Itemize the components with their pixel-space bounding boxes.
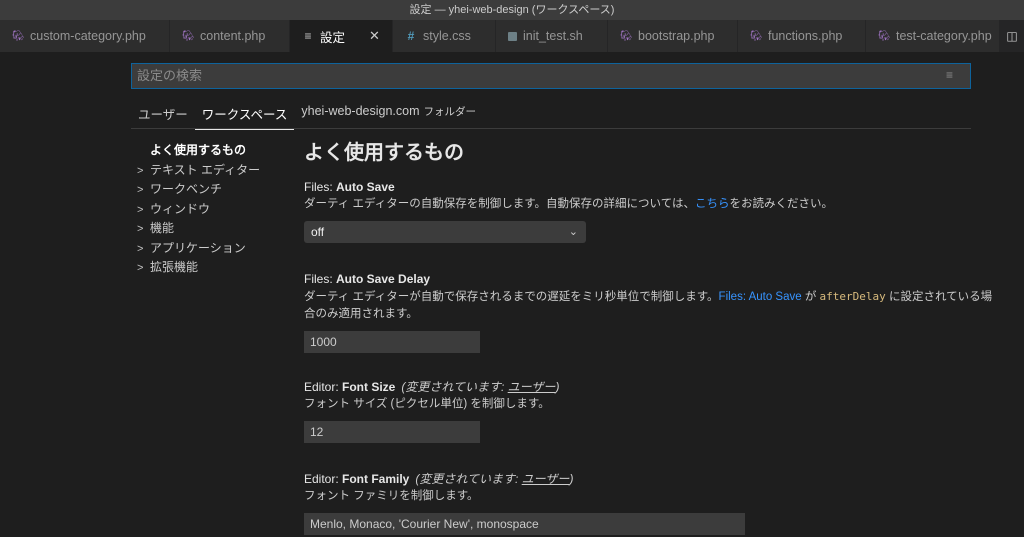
setting-description: フォント ファミリを制御します。 (304, 490, 479, 502)
setting-category: Files: (304, 272, 337, 286)
setting-title: Editor: Font Family (変更されています: ユーザー) (304, 470, 994, 488)
tab-init-test-sh[interactable]: init_test.sh (496, 20, 608, 52)
modified-text: (変更されています: (415, 472, 522, 486)
tab-label: test-category.php (896, 29, 992, 43)
toc-item-label: 拡張機能 (150, 260, 199, 274)
toc-item-label: テキスト エディター (150, 162, 261, 177)
desc-link[interactable]: こちら (695, 198, 730, 210)
setting-font-family: Editor: Font Family (変更されています: ユーザー) フォント… (304, 470, 994, 535)
css-icon: # (407, 29, 415, 43)
modified-indicator: (変更されています: ユーザー) (401, 380, 559, 394)
desc-code: afterDelay (819, 290, 886, 303)
tab-settings[interactable]: ≡ 設定 ✕ (290, 20, 393, 52)
tab-label: 設定 (320, 30, 346, 45)
modified-text: ) (569, 472, 574, 486)
php-icon: 🐘︎ (878, 30, 891, 42)
setting-description: ダーティ エディターの自動保存を制御します。自動保存の詳細については、こちらをお… (304, 196, 994, 213)
setting-description: フォント サイズ (ピクセル単位) を制御します。 (304, 398, 550, 410)
toc-item-label: ワークベンチ (150, 182, 223, 196)
php-icon: 🐘︎ (750, 30, 763, 42)
desc-text: をお読みください。 (729, 198, 833, 210)
editor-tab-bar: 🐘︎ custom-category.php 🐘︎ content.php ≡ … (0, 20, 1024, 52)
toc-item-features[interactable]: > 機能 (137, 219, 287, 239)
desc-text: ダーティ エディターの自動保存を制御します。自動保存の詳細については、 (304, 198, 695, 210)
tab-label: style.css (423, 29, 471, 43)
scope-tab-workspace[interactable]: ワークスペース (194, 100, 295, 130)
toc-item-extensions[interactable]: > 拡張機能 (137, 258, 287, 278)
toc-item-text-editor[interactable]: > テキスト エディター (137, 161, 287, 181)
chevron-right-icon: > (137, 223, 144, 235)
folder-suffix: フォルダー (423, 106, 477, 118)
font-size-input[interactable]: 12 (304, 421, 480, 443)
chevron-right-icon: > (137, 184, 144, 196)
select-value: off (311, 225, 325, 239)
setting-description: ダーティ エディターが自動で保存されるまでの遅延をミリ秒単位で制御します。Fil… (304, 288, 994, 323)
tab-label: functions.php (768, 29, 843, 43)
setting-auto-save-delay: Files: Auto Save Delay ダーティ エディターが自動で保存さ… (304, 270, 994, 353)
desc-link[interactable]: Files: Auto Save (719, 291, 802, 303)
setting-name: Auto Save (336, 180, 395, 194)
setting-font-size: Editor: Font Size (変更されています: ユーザー) フォント サ… (304, 378, 994, 443)
modified-scope-link[interactable]: ユーザー (508, 380, 556, 394)
toc-item-commonly-used[interactable]: よく使用するもの (137, 141, 287, 161)
setting-auto-save: Files: Auto Save ダーティ エディターの自動保存を制御します。自… (304, 178, 994, 243)
settings-toc: よく使用するもの > テキスト エディター > ワークベンチ > ウィンドウ > 機能 … (137, 141, 287, 278)
section-title: よく使用するもの (304, 142, 464, 164)
settings-search-input[interactable]: 設定の検索 (131, 63, 971, 89)
tab-custom-category-php[interactable]: 🐘︎ custom-category.php (0, 20, 170, 52)
chevron-right-icon: > (137, 164, 144, 177)
modified-text: (変更されています: (401, 380, 508, 394)
toc-item-workbench[interactable]: > ワークベンチ (137, 180, 287, 200)
setting-name: Font Size (342, 380, 396, 394)
chevron-right-icon: > (137, 242, 144, 255)
scope-tab-user[interactable]: ユーザー (131, 100, 195, 129)
setting-title: Editor: Font Size (変更されています: ユーザー) (304, 378, 994, 396)
tab-functions-php[interactable]: 🐘︎ functions.php (738, 20, 866, 52)
tab-test-category-php[interactable]: 🐘︎ test-category.php (866, 20, 1000, 52)
setting-title: Files: Auto Save Delay (304, 270, 994, 288)
modified-scope-link[interactable]: ユーザー (522, 472, 570, 486)
desc-text: が (801, 291, 820, 303)
folder-name: yhei-web-design.com (301, 104, 420, 118)
modified-indicator: (変更されています: ユーザー) (415, 472, 573, 486)
php-icon: 🐘︎ (620, 30, 633, 42)
settings-scope-tabs: ユーザー ワークスペース yhei-web-design.com フォルダー (131, 100, 971, 130)
tab-label: bootstrap.php (638, 29, 715, 43)
chevron-right-icon: > (137, 203, 144, 216)
php-icon: 🐘︎ (182, 30, 195, 42)
desc-text: ダーティ エディターが自動で保存されるまでの遅延をミリ秒単位で制御します。 (304, 291, 719, 303)
toc-item-label: アプリケーション (150, 240, 246, 255)
window-title: 設定 — yhei-web-design (ワークスペース) (0, 0, 1024, 20)
split-editor-icon[interactable]: ◫ (1000, 20, 1024, 52)
toc-item-label: ウィンドウ (150, 201, 211, 216)
gear-icon: ≡ (304, 29, 312, 43)
tab-label: custom-category.php (30, 29, 146, 43)
php-icon: 🐘︎ (12, 30, 25, 42)
tab-bootstrap-php[interactable]: 🐘︎ bootstrap.php (608, 20, 738, 52)
setting-category: Files: (304, 180, 337, 194)
setting-name: Font Family (342, 472, 410, 486)
scope-tab-folder[interactable]: yhei-web-design.com フォルダー (294, 100, 483, 125)
toc-item-application[interactable]: > アプリケーション (137, 239, 287, 259)
close-icon[interactable]: ✕ (369, 28, 380, 44)
shell-icon (508, 31, 517, 41)
setting-category: Editor: (304, 472, 343, 486)
tab-style-css[interactable]: # style.css (393, 20, 496, 52)
auto-save-select[interactable]: off ⌄ (304, 221, 586, 243)
setting-title: Files: Auto Save (304, 178, 994, 196)
font-family-input[interactable]: Menlo, Monaco, 'Courier New', monospace (304, 513, 745, 535)
tab-content-php[interactable]: 🐘︎ content.php (170, 20, 290, 52)
setting-category: Editor: (304, 380, 343, 394)
modified-text: ) (555, 380, 560, 394)
settings-editor: よく使用するもの Files: Auto Save ダーティ エディターの自動保… (304, 140, 994, 535)
chevron-down-icon: ⌄ (568, 226, 578, 238)
auto-save-delay-input[interactable]: 1000 (304, 331, 480, 353)
tab-label: init_test.sh (523, 29, 583, 43)
chevron-right-icon: > (137, 262, 144, 274)
toc-item-label: 機能 (150, 221, 175, 235)
toc-item-window[interactable]: > ウィンドウ (137, 200, 287, 220)
tab-label: content.php (200, 29, 266, 43)
clear-filter-icon[interactable]: ≡ (946, 68, 953, 82)
setting-name: Auto Save Delay (336, 272, 431, 286)
